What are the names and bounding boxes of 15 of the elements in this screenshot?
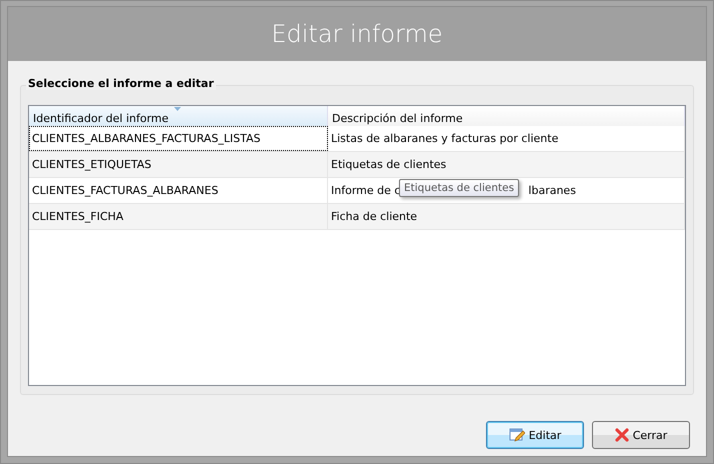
group-title: Seleccione el informe a editar — [26, 77, 216, 90]
cell-text: lbaranes — [528, 184, 576, 197]
table-cell[interactable]: CLIENTES_FICHA — [29, 204, 328, 229]
tooltip: Etiquetas de clientes — [399, 179, 520, 197]
close-icon — [614, 428, 629, 442]
sort-arrow-icon — [174, 107, 181, 111]
table-cell[interactable]: CLIENTES_ETIQUETAS — [29, 152, 328, 177]
column-header[interactable]: Identificador del informe — [29, 106, 328, 126]
table-cell: Etiquetas de clientes — [328, 152, 685, 177]
window-title: Editar informe — [271, 20, 443, 48]
table-cell: Ficha de cliente — [328, 204, 685, 229]
column-header[interactable]: Descripción del informe — [328, 106, 685, 126]
pencil-icon — [508, 427, 525, 443]
close-button[interactable]: Cerrar — [592, 421, 690, 449]
edit-button[interactable]: Editar — [486, 421, 584, 449]
